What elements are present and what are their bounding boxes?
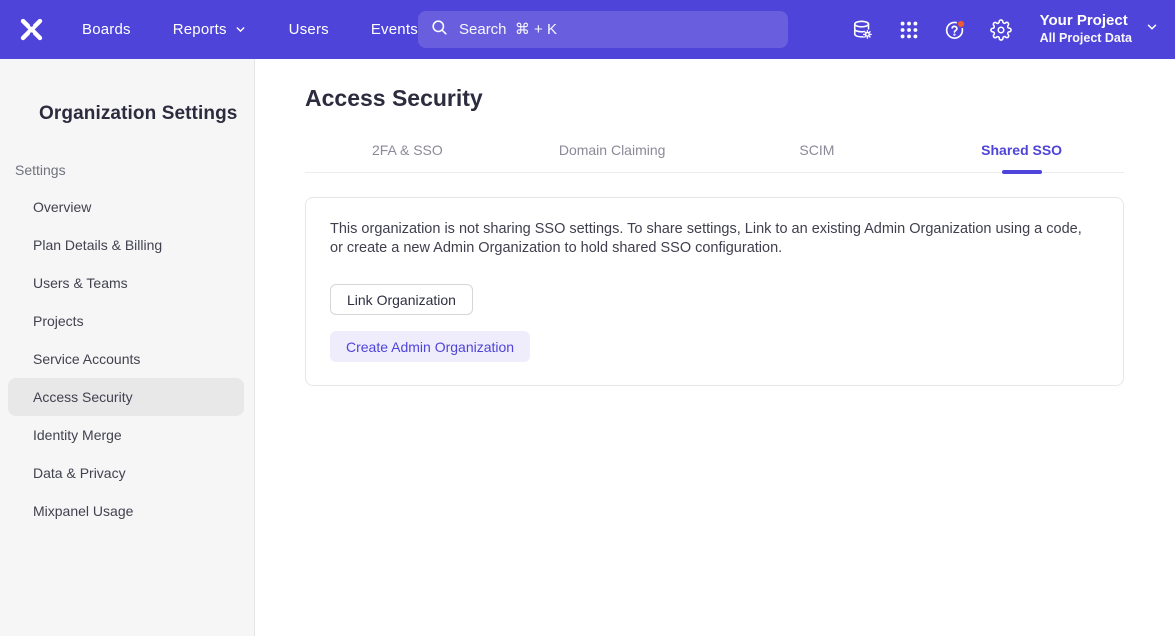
page-title: Access Security (305, 84, 1124, 112)
nav-right-actions: Your Project All Project Data (852, 0, 1159, 59)
nav-item-users[interactable]: Users (289, 21, 329, 38)
project-text: Your Project All Project Data (1040, 12, 1132, 46)
grid-icon (898, 19, 920, 41)
tab-2fa-sso[interactable]: 2FA & SSO (305, 134, 510, 172)
chevron-down-icon (234, 23, 247, 36)
active-tab-underline (1002, 170, 1042, 174)
apps-grid-button[interactable] (898, 19, 920, 41)
link-organization-button[interactable]: Link Organization (330, 284, 473, 315)
help-button[interactable] (944, 19, 966, 41)
project-subtitle: All Project Data (1040, 31, 1132, 47)
tab-bar: 2FA & SSO Domain Claiming SCIM Shared SS… (305, 134, 1124, 173)
database-gear-icon (852, 19, 874, 41)
settings-sidebar: Organization Settings Settings Overview … (0, 59, 255, 636)
help-icon (944, 19, 966, 41)
gear-icon (990, 19, 1012, 41)
sidebar-title: Organization Settings (39, 103, 254, 125)
sidebar-item-users-teams[interactable]: Users & Teams (8, 264, 244, 302)
sidebar-item-service-accounts[interactable]: Service Accounts (8, 340, 244, 378)
sidebar-section-label: Settings (15, 162, 254, 178)
sidebar-item-mixpanel-usage[interactable]: Mixpanel Usage (8, 492, 244, 530)
create-admin-organization-button[interactable]: Create Admin Organization (330, 331, 530, 362)
project-selector[interactable]: Your Project All Project Data (1040, 12, 1159, 46)
shared-sso-card: This organization is not sharing SSO set… (305, 197, 1124, 386)
shared-sso-description: This organization is not sharing SSO set… (330, 220, 1095, 258)
nav-item-label: Reports (173, 21, 227, 38)
nav-item-label: Users (289, 21, 329, 38)
chevron-down-icon (1145, 20, 1159, 39)
tab-domain-claiming[interactable]: Domain Claiming (510, 134, 715, 172)
data-management-button[interactable] (852, 19, 874, 41)
main-content: Access Security 2FA & SSO Domain Claimin… (255, 59, 1175, 636)
project-name: Your Project (1040, 12, 1132, 31)
sidebar-item-identity-merge[interactable]: Identity Merge (8, 416, 244, 454)
top-nav: Boards Reports Users Events (0, 0, 1175, 59)
sidebar-item-projects[interactable]: Projects (8, 302, 244, 340)
tab-label: Shared SSO (981, 142, 1062, 158)
nav-item-reports[interactable]: Reports (173, 21, 247, 38)
search-bar[interactable] (418, 11, 788, 48)
sidebar-item-data-privacy[interactable]: Data & Privacy (8, 454, 244, 492)
sidebar-menu: Overview Plan Details & Billing Users & … (0, 188, 254, 530)
search-icon (430, 18, 449, 42)
settings-button[interactable] (990, 19, 1012, 41)
tab-shared-sso[interactable]: Shared SSO (919, 134, 1124, 172)
nav-item-label: Events (371, 21, 418, 38)
sidebar-item-access-security[interactable]: Access Security (8, 378, 244, 416)
nav-links: Boards Reports Users Events (82, 21, 418, 38)
nav-item-label: Boards (82, 21, 131, 38)
tab-scim[interactable]: SCIM (715, 134, 920, 172)
notification-dot (957, 20, 965, 28)
mixpanel-logo-icon[interactable] (18, 16, 45, 43)
page-layout: Organization Settings Settings Overview … (0, 59, 1175, 636)
sidebar-item-plan-details-billing[interactable]: Plan Details & Billing (8, 226, 244, 264)
search-input[interactable] (459, 21, 776, 38)
sidebar-item-overview[interactable]: Overview (8, 188, 244, 226)
nav-item-events[interactable]: Events (371, 21, 418, 38)
nav-item-boards[interactable]: Boards (82, 21, 131, 38)
